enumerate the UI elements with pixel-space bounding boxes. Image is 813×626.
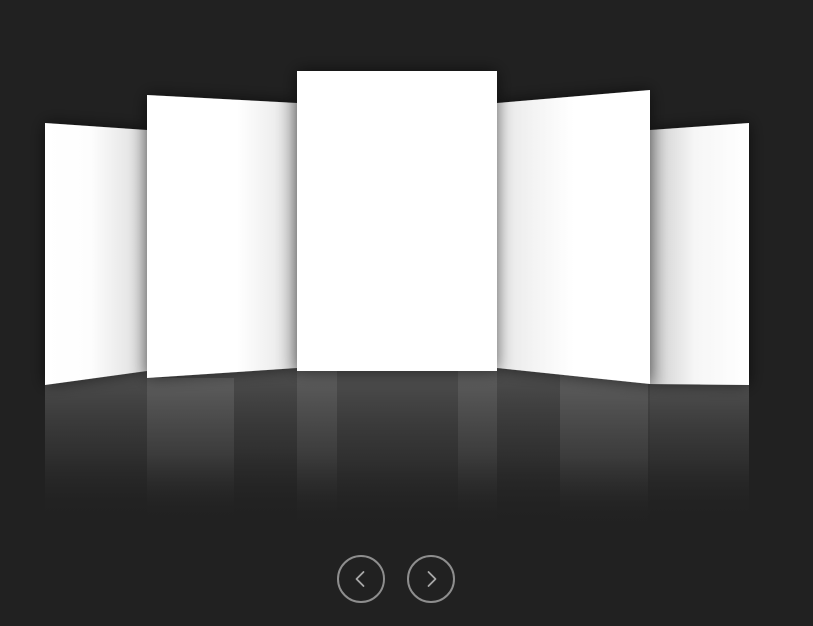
slide-1[interactable]	[45, 123, 147, 385]
slide-3-reflection-band-left	[297, 371, 337, 521]
coverflow-carousel	[0, 0, 813, 626]
slide-4-reflection-highlight	[560, 375, 648, 525]
slides	[45, 71, 749, 385]
slide-4[interactable]	[497, 90, 650, 384]
chevron-left-icon	[355, 571, 365, 587]
coverflow-canvas	[45, 71, 749, 531]
slide-2-reflection-highlight	[147, 378, 234, 518]
slide-1-reflection	[45, 371, 147, 520]
slide-5-reflection	[650, 384, 749, 520]
previous-button[interactable]	[337, 555, 385, 603]
slide-3-reflection-band-right	[458, 371, 497, 521]
slide-2[interactable]	[147, 95, 297, 378]
next-button[interactable]	[407, 555, 455, 603]
chevron-right-icon	[427, 571, 437, 587]
slide-3-active[interactable]	[297, 71, 497, 371]
slide-reflections	[45, 368, 749, 531]
slide-5[interactable]	[650, 123, 749, 385]
